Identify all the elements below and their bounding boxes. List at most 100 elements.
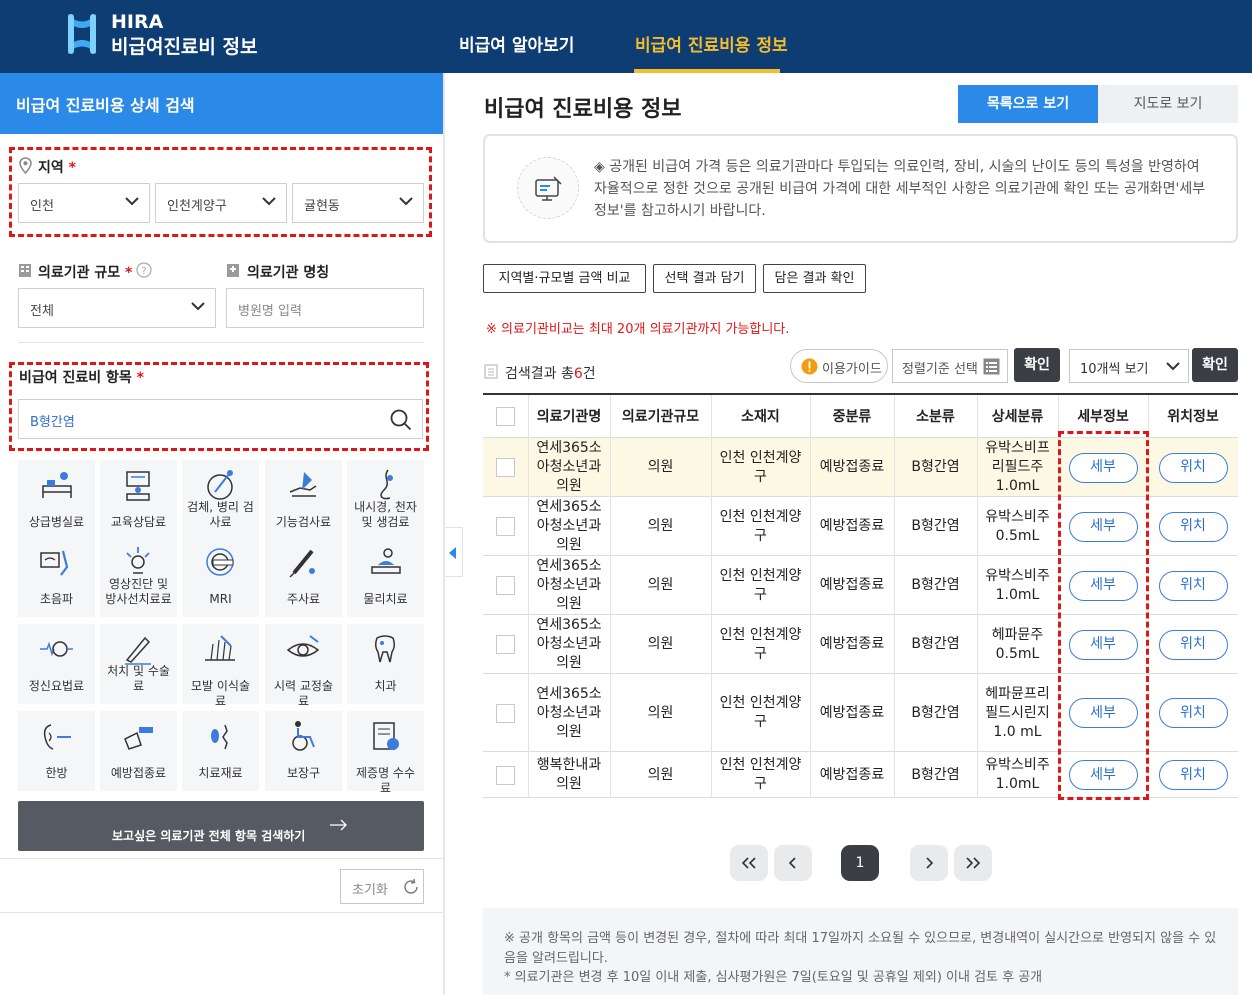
row-checkbox[interactable] <box>496 635 515 654</box>
dong-select[interactable]: 귤현동 <box>292 183 424 223</box>
location-button[interactable]: 위치 <box>1158 570 1228 601</box>
hira-logo-icon[interactable] <box>62 10 102 58</box>
category-label: 모발 이식술료 <box>190 679 250 708</box>
category-physical-therapy[interactable]: 물리치료 <box>347 537 424 617</box>
cell-sub: B형간염 <box>911 459 960 475</box>
row-checkbox[interactable] <box>496 458 515 477</box>
category-endoscope[interactable]: 내시경, 천자 및 생검료 <box>347 460 424 540</box>
eye-icon <box>286 635 320 657</box>
cell-sub: B형간염 <box>911 636 960 652</box>
nav-noncovered-cost[interactable]: 비급여 진료비용 정보 <box>635 31 788 56</box>
institution-name-label: 의료기관 명칭 <box>247 265 330 281</box>
radiology-icon <box>126 547 150 574</box>
sigungu-select[interactable]: 인천계양구 <box>155 183 287 223</box>
sidebar-title: 비급여 진료비용 상세 검색 <box>16 96 195 115</box>
category-function-test[interactable]: 기능검사료 <box>265 460 342 540</box>
region-scale-compare-button[interactable]: 지역별·규모별 금액 비교 <box>483 264 646 293</box>
sido-select[interactable]: 인천 <box>18 183 150 223</box>
row-checkbox-cell <box>483 615 528 674</box>
category-eye[interactable]: 시력 교정술료 <box>265 624 342 708</box>
category-mri[interactable]: MRI <box>182 537 259 617</box>
view-saved-button[interactable]: 담은 결과 확인 <box>763 264 866 293</box>
chevron-down-icon <box>399 197 413 206</box>
category-label: 제증명 수수료 <box>355 766 415 795</box>
sido-value: 인천 <box>30 199 54 214</box>
column-header: 의료기관규모 <box>621 409 700 425</box>
physical-therapy-icon <box>371 548 401 574</box>
row-checkbox[interactable] <box>496 576 515 595</box>
sort-select[interactable]: 정렬기준 선택 <box>892 349 1008 383</box>
cell-addr: 인천 인천계양구 <box>719 757 802 792</box>
list-view-button[interactable]: 목록으로 보기 <box>958 85 1098 123</box>
map-view-button[interactable]: 지도로 보기 <box>1098 85 1238 123</box>
reset-label: 초기화 <box>352 883 388 898</box>
row-checkbox[interactable] <box>496 703 515 723</box>
page-size-confirm-button[interactable]: 확인 <box>1192 348 1238 382</box>
row-checkbox[interactable] <box>496 517 515 536</box>
category-ultrasound[interactable]: 초음파 <box>18 537 95 617</box>
cell-detail: 유박스비프리필드주 1.0mL <box>985 440 1050 494</box>
function-test-icon <box>289 472 317 497</box>
cell-mid: 예방접종료 <box>819 577 885 593</box>
page-size-select[interactable]: 10개씩 보기 <box>1069 349 1189 383</box>
cell-addr: 인천 인천계양구 <box>719 508 802 544</box>
nav-learn-noncovered[interactable]: 비급여 알아보기 <box>459 31 574 56</box>
category-specimen-test[interactable]: 검체, 병리 검사료 <box>182 460 259 540</box>
result-count: 검색결과 총6건 <box>505 366 596 382</box>
category-hospital-bed[interactable]: 상급병실료 <box>18 460 95 540</box>
location-button[interactable]: 위치 <box>1158 452 1228 483</box>
hair-transplant-icon <box>205 635 235 661</box>
location-button[interactable]: 위치 <box>1158 629 1228 660</box>
category-radiology[interactable]: 영상진단 및 방사선치료료 <box>100 537 177 617</box>
scale-value: 전체 <box>30 304 54 319</box>
first-page-button[interactable] <box>730 845 768 881</box>
page-1-button[interactable]: 1 <box>841 845 879 881</box>
search-all-items-button[interactable]: 보고싶은 의료기관 전체 항목 검색하기 <box>18 801 424 851</box>
sidebar-collapse-toggle[interactable] <box>445 527 463 577</box>
category-acupuncture[interactable]: 한방 <box>18 711 95 791</box>
item-label: 비급여 진료비 항목 * <box>19 370 144 386</box>
svg-text:?: ? <box>141 266 146 277</box>
add-selection-button[interactable]: 선택 결과 담기 <box>653 264 756 293</box>
help-icon[interactable]: ? <box>136 262 152 278</box>
category-certificate[interactable]: 제증명 수수료 <box>347 711 424 795</box>
select-all-checkbox[interactable] <box>483 396 528 438</box>
row-checkbox-cell <box>483 556 528 615</box>
scale-select[interactable]: 전체 <box>18 288 216 328</box>
location-button[interactable]: 위치 <box>1158 511 1228 542</box>
category-label: 영상진단 및 방사선치료료 <box>105 577 172 606</box>
category-label: 물리치료 <box>363 592 408 606</box>
mri-icon <box>206 548 234 576</box>
category-consultation[interactable]: 교육상담료 <box>100 460 177 540</box>
item-search-input[interactable]: B형간염 <box>18 399 423 439</box>
category-tooth[interactable]: 치과 <box>347 624 424 704</box>
sigungu-value: 인천계양구 <box>167 199 227 214</box>
institution-name-input[interactable]: 병원명 입력 <box>226 288 424 328</box>
reset-button[interactable]: 초기화 <box>340 869 424 904</box>
category-treatment-material[interactable]: 치료재료 <box>182 711 259 791</box>
last-page-button[interactable] <box>954 845 992 881</box>
next-page-button[interactable] <box>910 845 948 881</box>
location-button[interactable]: 위치 <box>1158 760 1228 790</box>
category-psychotherapy[interactable]: 정신요법료 <box>18 624 95 704</box>
category-hair-transplant[interactable]: 모발 이식술료 <box>182 624 259 708</box>
region-label: 지역 * <box>38 160 76 176</box>
row-checkbox[interactable] <box>496 765 515 785</box>
logo-title-ko[interactable]: 비급여진료비 정보 <box>111 32 257 59</box>
cell-name: 연세365소아청소년과의원 <box>536 440 602 494</box>
cell-mid: 예방접종료 <box>819 459 885 475</box>
arrow-right-icon <box>330 819 347 831</box>
location-button[interactable]: 위치 <box>1158 698 1228 728</box>
sort-confirm-button[interactable]: 확인 <box>1014 348 1060 382</box>
search-icon[interactable] <box>390 409 412 431</box>
category-vaccine[interactable]: 예방접종료 <box>100 711 177 791</box>
usage-guide-button[interactable]: 이용가이드 <box>790 349 888 383</box>
category-label: 치료재료 <box>198 766 243 780</box>
category-syringe[interactable]: 주사료 <box>265 537 342 617</box>
checkbox[interactable] <box>496 407 515 426</box>
ultrasound-icon <box>40 550 69 576</box>
category-wheelchair[interactable]: 보장구 <box>265 711 342 791</box>
logo-title-en[interactable]: HIRA <box>111 11 163 33</box>
category-surgery[interactable]: 처치 및 수술료 <box>100 624 177 704</box>
prev-page-button[interactable] <box>774 845 812 881</box>
